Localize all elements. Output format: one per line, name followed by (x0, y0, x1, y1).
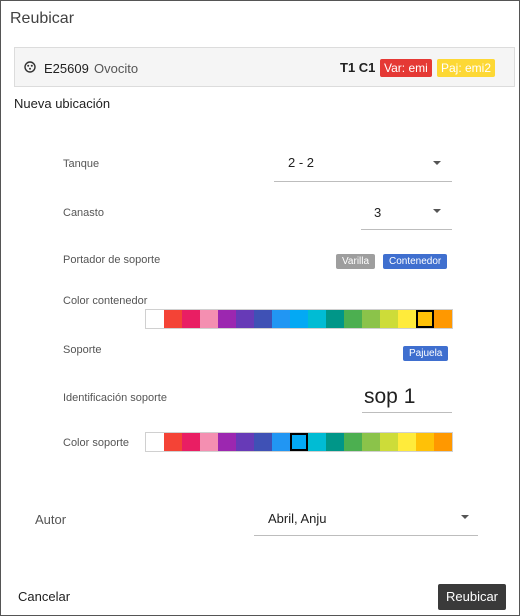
color-swatch[interactable] (164, 433, 182, 451)
color-swatch[interactable] (272, 310, 290, 328)
color-swatch[interactable] (254, 433, 272, 451)
basket-select[interactable]: 3 (361, 197, 452, 230)
color-swatch[interactable] (344, 310, 362, 328)
color-swatch[interactable] (236, 433, 254, 451)
color-swatch[interactable] (200, 433, 218, 451)
var-badge: Var: emi (380, 59, 432, 77)
color-swatch[interactable] (254, 310, 272, 328)
chevron-down-icon (461, 515, 469, 519)
color-swatch[interactable] (182, 433, 200, 451)
color-swatch[interactable] (416, 433, 434, 451)
support-label: Soporte (63, 344, 102, 356)
support-id-label: Identificación soporte (63, 392, 167, 404)
dialog-title: Reubicar (10, 10, 75, 27)
paj-badge: Paj: emi2 (437, 59, 496, 77)
support-chip[interactable]: Pajuela (403, 346, 449, 361)
color-swatch[interactable] (290, 433, 308, 451)
color-swatch[interactable] (146, 433, 164, 451)
carrier-option-contenedor[interactable]: Contenedor (383, 254, 448, 269)
ovocyte-icon (24, 61, 36, 73)
color-swatch[interactable] (416, 310, 434, 328)
color-swatch[interactable] (272, 433, 290, 451)
container-color-palette (145, 309, 453, 329)
color-swatch[interactable] (290, 310, 308, 328)
color-swatch[interactable] (362, 310, 380, 328)
carrier-option-varilla[interactable]: Varilla (336, 254, 376, 269)
sample-position: T1 C1 (340, 60, 376, 75)
relocate-button[interactable]: Reubicar (438, 584, 506, 610)
basket-value: 3 (374, 205, 382, 220)
color-swatch[interactable] (218, 310, 236, 328)
author-label: Autor (35, 512, 67, 527)
support-id-input[interactable]: sop 1 (362, 385, 452, 413)
color-swatch[interactable] (326, 433, 344, 451)
color-swatch[interactable] (200, 310, 218, 328)
color-swatch[interactable] (218, 433, 236, 451)
color-swatch[interactable] (344, 433, 362, 451)
color-swatch[interactable] (164, 310, 182, 328)
color-swatch[interactable] (362, 433, 380, 451)
sample-type: Ovocito (94, 61, 139, 76)
chevron-down-icon (433, 161, 441, 165)
support-color-palette (145, 432, 453, 452)
tank-value: 2 - 2 (288, 155, 315, 170)
color-swatch[interactable] (308, 310, 326, 328)
color-swatch[interactable] (398, 310, 416, 328)
basket-label: Canasto (63, 207, 104, 219)
cancel-button[interactable]: Cancelar (18, 589, 70, 604)
author-select[interactable]: Abril, Anju (254, 501, 478, 536)
color-swatch[interactable] (326, 310, 344, 328)
sample-summary: E25609 Ovocito T1 C1 Var: emi Paj: emi2 (14, 47, 515, 87)
sample-code: E25609 (44, 61, 89, 76)
color-swatch[interactable] (308, 433, 326, 451)
support-id-value: sop 1 (364, 385, 416, 408)
color-swatch[interactable] (182, 310, 200, 328)
tank-select[interactable]: 2 - 2 (274, 149, 452, 182)
color-swatch[interactable] (434, 310, 452, 328)
support-color-label: Color soporte (63, 437, 130, 449)
color-swatch[interactable] (398, 433, 416, 451)
color-swatch[interactable] (236, 310, 254, 328)
color-swatch[interactable] (146, 310, 164, 328)
section-heading: Nueva ubicación (14, 96, 111, 111)
color-swatch[interactable] (380, 433, 398, 451)
tank-label: Tanque (63, 158, 100, 170)
color-swatch[interactable] (380, 310, 398, 328)
carrier-label: Portador de soporte (63, 254, 161, 266)
color-swatch[interactable] (434, 433, 452, 451)
relocate-dialog: Reubicar E25609 Ovocito T1 C1 Var: emi P… (0, 0, 520, 616)
container-color-label: Color contenedor (63, 295, 148, 307)
author-value: Abril, Anju (268, 511, 327, 526)
chevron-down-icon (433, 209, 441, 213)
